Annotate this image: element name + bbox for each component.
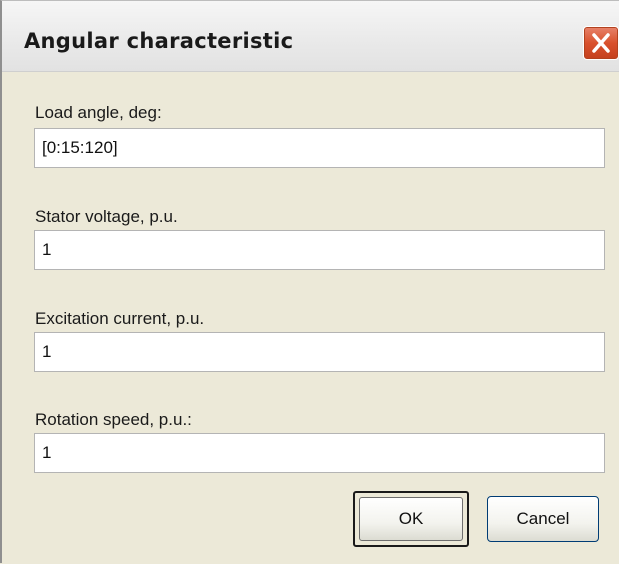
dialog-title: Angular characteristic	[24, 29, 294, 53]
title-bar[interactable]: Angular characteristic	[2, 1, 619, 72]
stator-voltage-input[interactable]	[34, 230, 605, 270]
dialog-window: Angular characteristic Load angle, deg: …	[0, 0, 619, 564]
close-icon	[592, 33, 610, 53]
rotation-speed-label: Rotation speed, p.u.:	[35, 410, 192, 429]
dialog-content: Load angle, deg: Stator voltage, p.u. Ex…	[2, 72, 619, 564]
stator-voltage-label: Stator voltage, p.u.	[35, 207, 178, 226]
cancel-button[interactable]: Cancel	[487, 496, 599, 542]
ok-button-label: OK	[398, 509, 424, 528]
excitation-current-label: Excitation current, p.u.	[35, 309, 205, 328]
cancel-button-label: Cancel	[516, 509, 570, 528]
rotation-speed-input[interactable]	[34, 433, 605, 473]
close-button[interactable]	[583, 26, 619, 60]
ok-button-face[interactable]: OK	[359, 497, 463, 541]
ok-button[interactable]: OK	[353, 491, 469, 547]
load-angle-input[interactable]	[34, 128, 605, 168]
excitation-current-input[interactable]	[34, 332, 605, 372]
load-angle-label: Load angle, deg:	[35, 103, 162, 122]
